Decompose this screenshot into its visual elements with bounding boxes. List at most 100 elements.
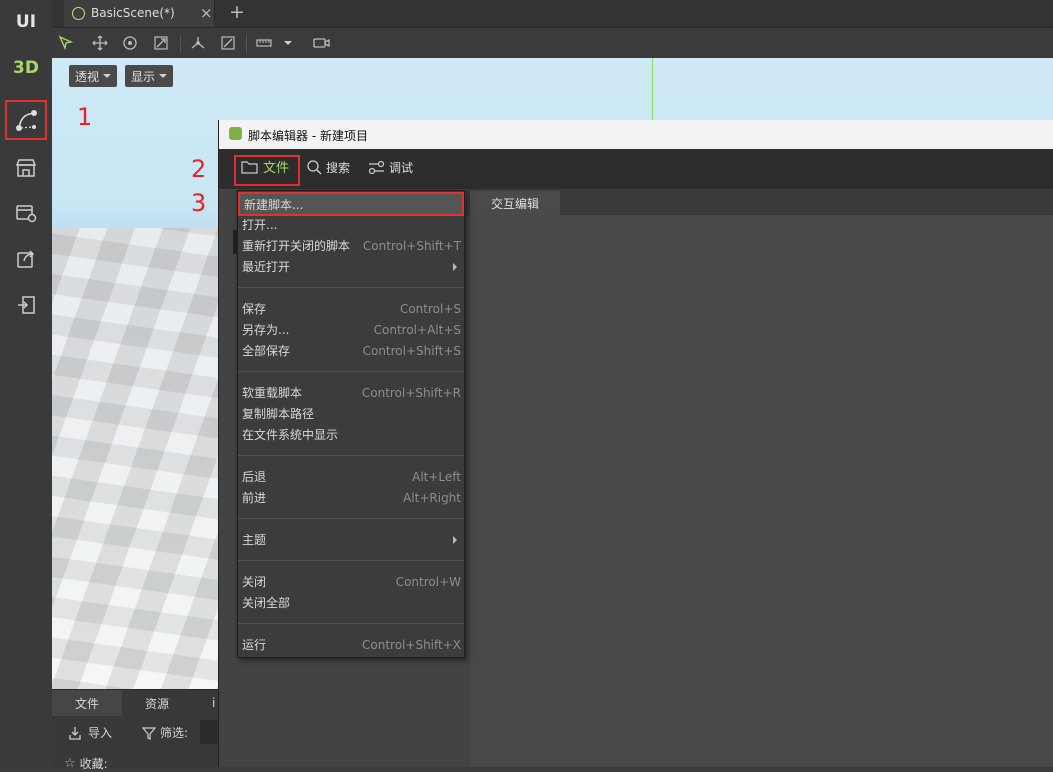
debug-icon [368,160,385,175]
move-tool-icon[interactable] [90,33,110,53]
file-menu-highlight [234,155,300,186]
star-icon: ☆ [64,756,76,771]
scale-tool-icon[interactable] [151,33,171,53]
menu-item-show-in-filesystem[interactable]: 在文件系统中显示 [238,424,464,445]
editor-title: 脚本编辑器 - 新建项目 [248,129,368,143]
tab-assets-label: 资源 [144,696,169,711]
scene-tab-bar: BasicScene(*) × + [52,0,1053,27]
import-label: 导入 [88,726,113,740]
menu-debug[interactable]: 调试 [368,159,413,176]
step-annotation-2: 2 [191,155,207,183]
menu-item-close-all[interactable]: 关闭全部 [238,592,464,613]
import-icon [69,726,81,740]
menu-item-forward[interactable]: 前进 Alt+Right [238,487,464,508]
transform-space-icon[interactable] [218,33,238,53]
menu-search-label: 搜索 [326,161,351,175]
menu-item-shortcut: Control+Shift+T [362,238,461,253]
menu-item-label: 主题 [242,533,267,547]
menu-item-shortcut: Control+Shift+R [361,385,461,400]
perspective-dropdown[interactable]: 透视 [69,65,118,87]
editor-menu-bar: 文件 搜索 调试 [219,149,1053,189]
camera-icon[interactable] [312,33,332,53]
menu-item-label: 运行 [242,638,267,652]
menu-separator [238,455,464,456]
filter-label: 筛选: [160,726,189,740]
menu-item-recent[interactable]: 最近打开 [238,256,464,277]
menu-item-save-all[interactable]: 全部保存 Control+Shift+S [238,340,464,361]
menu-item-label: 打开... [242,218,278,232]
settings-panel-icon[interactable] [12,199,40,227]
filter-control[interactable]: 筛选: [142,724,188,741]
menu-item-label: 另存为... [242,323,290,337]
favorites-label: 收藏: [79,757,108,771]
menu-item-new-script[interactable]: 新建脚本... [238,192,464,216]
chevron-right-icon [453,262,457,271]
ui-mode-button[interactable]: UI [0,12,52,32]
step-annotation-1: 1 [77,103,93,131]
scene-tab[interactable]: BasicScene(*) × [64,0,215,27]
script-graph-icon [16,110,37,131]
menu-item-close[interactable]: 关闭 Control+W [238,571,464,592]
script-editor-rail-button[interactable] [5,100,47,140]
menu-item-shortcut: Control+Shift+S [362,343,461,358]
chevron-down-icon[interactable] [284,41,292,45]
step-annotation-3: 3 [191,189,207,217]
menu-item-label: 软重载脚本 [242,386,303,400]
menu-debug-label: 调试 [389,161,414,175]
menu-item-label: 新建脚本... [244,197,304,212]
menu-separator [238,623,464,624]
toolbar-divider [246,35,247,53]
menu-item-open[interactable]: 打开... [238,214,464,235]
menu-item-label: 前进 [242,491,267,505]
perspective-label: 透视 [75,69,100,84]
store-icon[interactable] [12,154,40,182]
bottom-panel: 文件 资源 i 导入 筛选: ☆ 收藏: [52,689,222,771]
menu-separator [238,560,464,561]
left-rail: UI 3D [0,0,53,767]
file-dropdown-menu: 新建脚本... 打开... 重新打开关闭的脚本 Control+Shift+T … [237,190,465,658]
menu-search[interactable]: 搜索 [307,159,350,176]
tab-partial[interactable]: i [212,696,215,710]
import-button[interactable]: 导入 [68,724,112,741]
menu-item-save[interactable]: 保存 Control+S [238,298,464,319]
select-tool-icon[interactable] [56,33,76,53]
menu-item-copy-path[interactable]: 复制脚本路径 [238,403,464,424]
close-icon[interactable]: × [200,4,213,22]
menu-item-soft-reload[interactable]: 软重载脚本 Control+Shift+R [238,382,464,403]
menu-item-back[interactable]: 后退 Alt+Left [238,466,464,487]
tab-assets[interactable]: 资源 [122,690,192,716]
menu-item-reopen-closed[interactable]: 重新打开关闭的脚本 Control+Shift+T [238,235,464,256]
tab-interactive-edit[interactable]: 交互编辑 [470,191,560,215]
chevron-right-icon [453,535,457,544]
exit-icon[interactable] [12,291,40,319]
menu-item-shortcut: Control+S [399,301,461,316]
menu-separator [238,518,464,519]
menu-item-label: 在文件系统中显示 [242,428,339,442]
menu-item-run[interactable]: 运行 Control+Shift+X [238,634,464,655]
menu-separator [238,371,464,372]
scene-toolbar [52,27,1053,60]
toolbar-divider [180,35,181,53]
rotate-tool-icon[interactable] [120,33,140,53]
favorites-row[interactable]: ☆ 收藏: [64,755,108,772]
add-tab-button[interactable]: + [229,1,245,23]
editor-main-area[interactable] [470,215,1053,767]
3d-mode-button[interactable]: 3D [0,58,52,78]
pivot-tool-icon[interactable] [188,33,208,53]
tab-files-label: 文件 [74,696,99,711]
app-logo-icon [229,127,242,140]
menu-item-shortcut: Control+Alt+S [373,322,461,337]
display-dropdown[interactable]: 显示 [125,65,174,87]
menu-item-label: 后退 [242,470,267,484]
chevron-down-icon [159,74,168,78]
editor-title-bar[interactable]: 脚本编辑器 - 新建项目 [219,120,1053,149]
share-icon[interactable] [12,245,40,273]
tab-files[interactable]: 文件 [52,690,122,716]
ruler-icon[interactable] [254,33,274,53]
menu-item-theme[interactable]: 主题 [238,529,464,550]
editor-tab-strip: 交互编辑 [466,189,1053,215]
filter-icon [142,726,156,740]
menu-item-label: 关闭全部 [242,596,291,610]
menu-item-save-as[interactable]: 另存为... Control+Alt+S [238,319,464,340]
menu-item-label: 最近打开 [242,260,291,274]
